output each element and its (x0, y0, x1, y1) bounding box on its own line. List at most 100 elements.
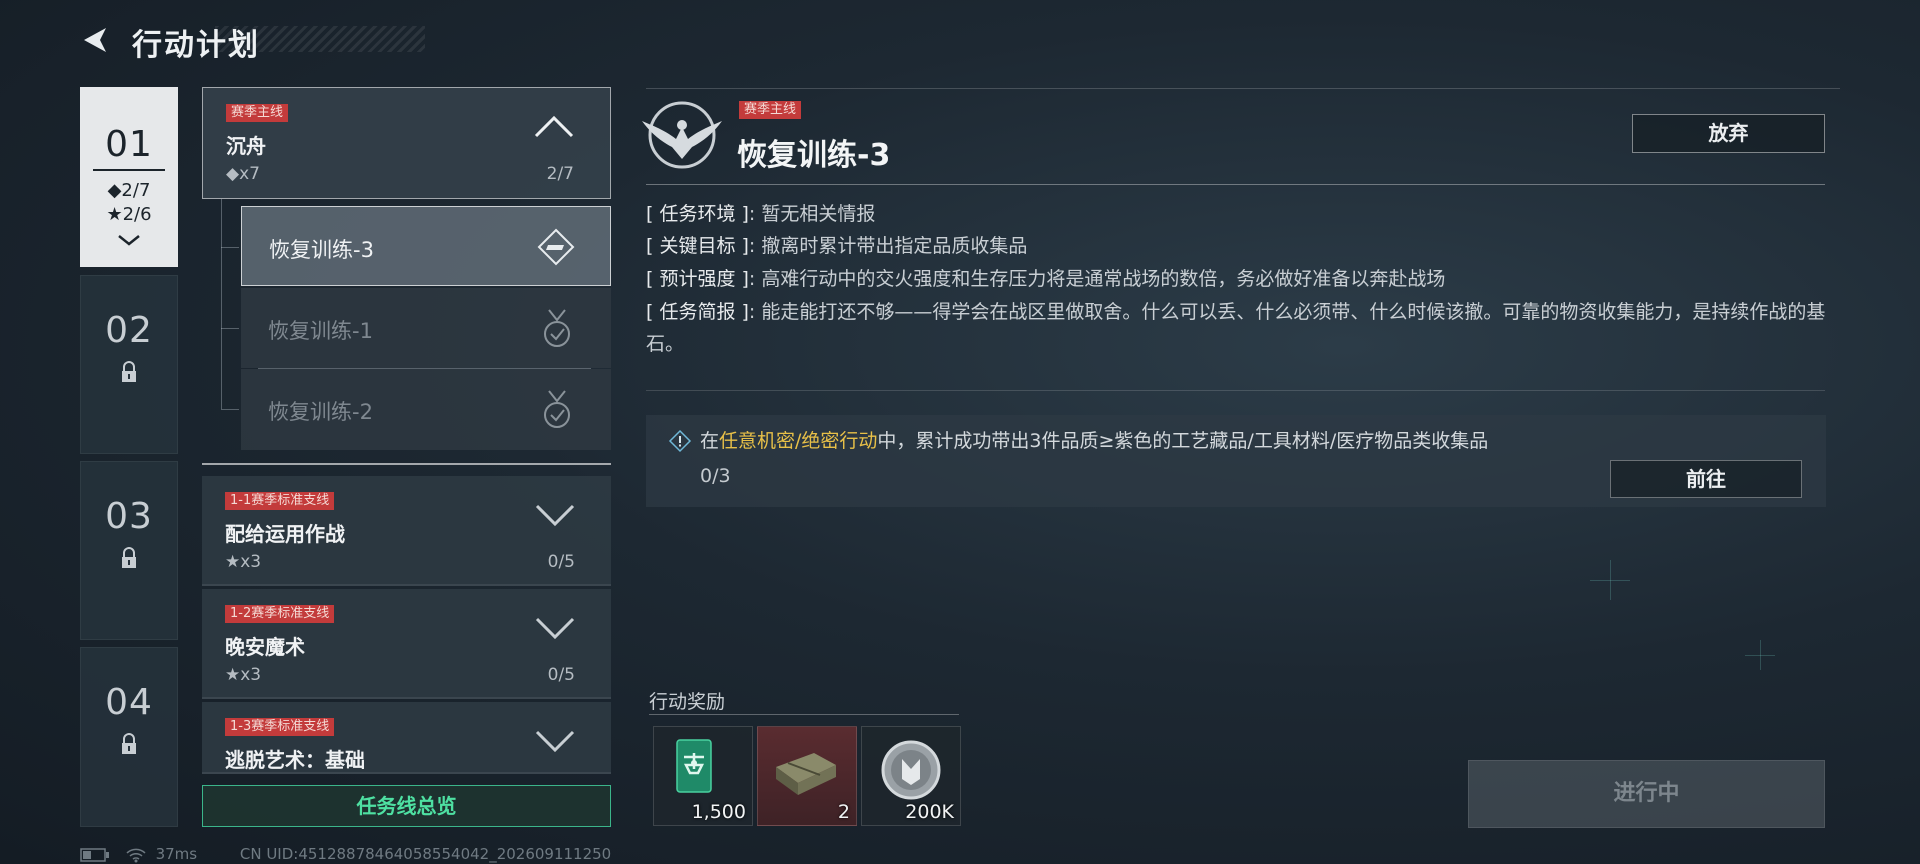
sub-mission-item[interactable]: 恢复训练-2 (241, 369, 611, 450)
sub-mission-item[interactable]: 恢复训练-3 (241, 206, 611, 286)
mission-line-overview-button[interactable]: 任务线总览 (202, 785, 611, 827)
battery-icon (80, 847, 109, 862)
ping-text: 37ms (155, 845, 198, 863)
reward-qty: 2 (837, 801, 850, 823)
detail-tag: 赛季主线 (739, 101, 802, 119)
chevron-up-icon[interactable] (532, 114, 576, 140)
sub-mission-label: 恢复训练-3 (269, 238, 374, 262)
mission-reward: ★x3 (225, 552, 262, 572)
mission-tag: 1-1赛季标准支线 (225, 492, 335, 510)
lock-icon (122, 733, 136, 754)
in-progress-button: 进行中 (1468, 760, 1825, 828)
chevron-down-icon (118, 235, 140, 246)
deco-mark (1745, 655, 1775, 656)
back-arrow-icon[interactable] (78, 22, 114, 58)
chapter-number: 03 (105, 496, 153, 537)
mission-reward: ◆x7 (226, 164, 260, 184)
tree-connector (221, 409, 239, 410)
info-value: : 暂无相关情报 (748, 203, 876, 225)
list-divider (202, 463, 611, 465)
ammo-crate-icon (776, 753, 836, 795)
chapter-number: 01 (105, 124, 153, 165)
mission-tag: 赛季主线 (226, 104, 289, 122)
info-divider (646, 390, 1825, 391)
info-value: : 撤离时累计带出指定品质收集品 (748, 235, 1028, 257)
reward-qty: 200K (905, 801, 954, 823)
info-key: [ 关键目标 ] (646, 235, 749, 257)
uid-text: CN UID:45128878464058554042_202609111250 (239, 845, 612, 863)
chevron-down-icon[interactable] (533, 502, 577, 528)
objective-highlight: 任意机密/绝密行动 (719, 430, 878, 452)
mission-count: 0/5 (547, 552, 575, 572)
medal-check-icon (544, 390, 570, 428)
mission-count: 0/5 (547, 665, 575, 685)
mission-title: 逃脱艺术：基础 (225, 748, 365, 772)
eagle-emblem-icon (642, 101, 722, 169)
objective-text: 在任意机密/绝密行动中，累计成功带出3件品质≥紫色的工艺藏品/工具材料/医疗物品… (700, 426, 1488, 453)
chevron-down-icon[interactable] (533, 728, 577, 754)
info-key: [ 任务简报 ] (646, 301, 749, 323)
chapter-01[interactable]: 01 ◆2/7 ★2/6 (80, 87, 178, 267)
info-row: [ 任务环境 ]: 暂无相关情报 (646, 198, 1826, 230)
tree-connector (221, 199, 222, 409)
chapter-star-progress: ★2/6 (106, 204, 152, 225)
tree-connector (221, 247, 239, 248)
info-key: [ 任务环境 ] (646, 203, 749, 225)
mission-reward: ★x3 (225, 665, 262, 685)
diamond-badge-icon (537, 228, 575, 266)
tree-connector (221, 328, 239, 329)
mission-title: 晚安魔术 (225, 635, 305, 659)
sub-mission-label: 恢复训练-2 (268, 400, 373, 424)
wifi-icon (126, 848, 146, 862)
info-value: : 高难行动中的交火强度和生存压力将是通常战场的数倍，务必做好准备以奔赴战场 (748, 268, 1446, 290)
medal-check-icon (544, 309, 570, 347)
reward-divider (649, 714, 959, 715)
main-mission-card[interactable]: 赛季主线 沉舟 ◆x7 2/7 (202, 87, 611, 199)
sub-mission-label: 恢复训练-1 (268, 319, 373, 343)
side-mission-card[interactable]: 1-3赛季标准支线 逃脱艺术：基础 (202, 702, 611, 774)
chapter-underline (93, 169, 165, 171)
mission-tag: 1-3赛季标准支线 (225, 718, 335, 736)
info-row: [ 关键目标 ]: 撤离时累计带出指定品质收集品 (646, 230, 1826, 262)
silver-coin-icon (881, 740, 941, 800)
sub-mission-item[interactable]: 恢复训练-1 (241, 288, 611, 368)
reward-label: 行动奖励 (649, 691, 726, 713)
objective-progress: 0/3 (700, 465, 731, 487)
detail-title: 恢复训练-3 (737, 138, 891, 173)
objective-panel: 在任意机密/绝密行动中，累计成功带出3件品质≥紫色的工艺藏品/工具材料/医疗物品… (646, 415, 1826, 507)
drone-card-icon (676, 739, 712, 793)
objective-prefix: 在 (700, 430, 720, 452)
reward-item[interactable]: 1,500 (653, 726, 753, 826)
reward-item[interactable]: 2 (757, 726, 857, 826)
abandon-button[interactable]: 放弃 (1632, 114, 1825, 153)
chapter-number: 02 (105, 310, 153, 351)
lock-icon (122, 547, 136, 568)
mission-tag: 1-2赛季标准支线 (225, 605, 335, 623)
alert-diamond-icon (668, 429, 692, 453)
objective-suffix: 中，累计成功带出3件品质≥紫色的工艺藏品/工具材料/医疗物品类收集品 (877, 430, 1489, 452)
deco-mark (1590, 580, 1630, 581)
mission-title: 配给运用作战 (225, 522, 345, 546)
info-key: [ 预计强度 ] (646, 268, 749, 290)
reward-qty: 1,500 (691, 801, 746, 823)
reward-item[interactable]: 200K (861, 726, 961, 826)
detail-divider (646, 184, 1825, 185)
info-row: [ 预计强度 ]: 高难行动中的交火强度和生存压力将是通常战场的数倍，务必做好准… (646, 263, 1826, 295)
detail-top-line (646, 88, 1840, 89)
chapter-02[interactable]: 02 (80, 275, 178, 454)
status-bar: 37ms CN UID:45128878464058554042_2026091… (80, 845, 611, 863)
page-title: 行动计划 (132, 28, 260, 63)
side-mission-card[interactable]: 1-2赛季标准支线 晚安魔术 ★x3 0/5 (202, 589, 611, 699)
info-row: [ 任务简报 ]: 能走能打还不够——得学会在战区里做取舍。什么可以丢、什么必须… (646, 296, 1826, 360)
chapter-04[interactable]: 04 (80, 647, 178, 827)
chevron-down-icon[interactable] (533, 615, 577, 641)
side-mission-card[interactable]: 1-1赛季标准支线 配给运用作战 ★x3 0/5 (202, 476, 611, 586)
lock-icon (122, 361, 136, 382)
chapter-03[interactable]: 03 (80, 461, 178, 640)
mission-count: 2/7 (546, 164, 574, 184)
mission-title: 沉舟 (226, 134, 266, 158)
go-button[interactable]: 前往 (1610, 460, 1802, 498)
chapter-diamond-progress: ◆2/7 (107, 180, 151, 201)
chapter-number: 04 (105, 682, 153, 723)
info-value: : 能走能打还不够——得学会在战区里做取舍。什么可以丢、什么必须带、什么时候该撤… (646, 301, 1826, 355)
